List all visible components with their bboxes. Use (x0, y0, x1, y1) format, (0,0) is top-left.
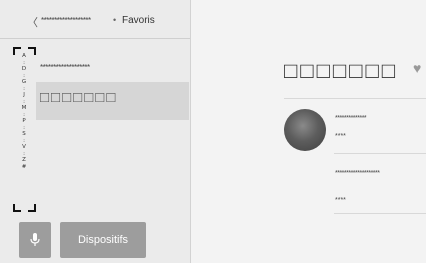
divider (334, 153, 426, 154)
corner-mark (28, 204, 36, 212)
microphone-icon (30, 233, 40, 246)
entry-name[interactable]: ************** (335, 115, 367, 122)
alphabet-list: A : D : G : J : M : P : S : V : Z # (19, 53, 29, 170)
list-item-label: □□□□□□□ (40, 89, 118, 106)
devices-button[interactable]: Dispositifs (60, 222, 146, 258)
corner-mark (28, 47, 36, 55)
heart-icon[interactable]: ♥ (413, 60, 421, 76)
corner-mark (13, 204, 21, 212)
entry-sub: **** (335, 133, 346, 140)
voice-button[interactable] (19, 222, 51, 258)
alphabet-index[interactable]: A : D : G : J : M : P : S : V : Z # (13, 47, 36, 212)
list-item-selected[interactable]: □□□□□□□ (36, 82, 189, 120)
breadcrumb-current: Favoris (122, 15, 155, 26)
list-item[interactable]: ******************* (40, 63, 90, 72)
contact-title: □□□□□□□ (284, 58, 399, 83)
divider (284, 98, 426, 99)
breadcrumb: 〈 ******************* • Favoris (0, 0, 190, 36)
breadcrumb-separator: • (113, 15, 117, 25)
divider (0, 38, 190, 39)
back-icon[interactable]: 〈 (27, 14, 38, 30)
breadcrumb-parent[interactable]: ******************* (41, 16, 91, 25)
screen: 〈 ******************* • Favoris A : D : … (0, 0, 426, 263)
avatar (284, 109, 326, 151)
alpha-letter[interactable]: # (19, 164, 29, 171)
left-pane: 〈 ******************* • Favoris A : D : … (0, 0, 190, 263)
entry-name[interactable]: ******************** (335, 170, 380, 177)
detail-pane: □□□□□□□ ♥ ************** **** **********… (191, 0, 426, 263)
divider (334, 213, 426, 214)
entry-sub: **** (335, 197, 346, 204)
